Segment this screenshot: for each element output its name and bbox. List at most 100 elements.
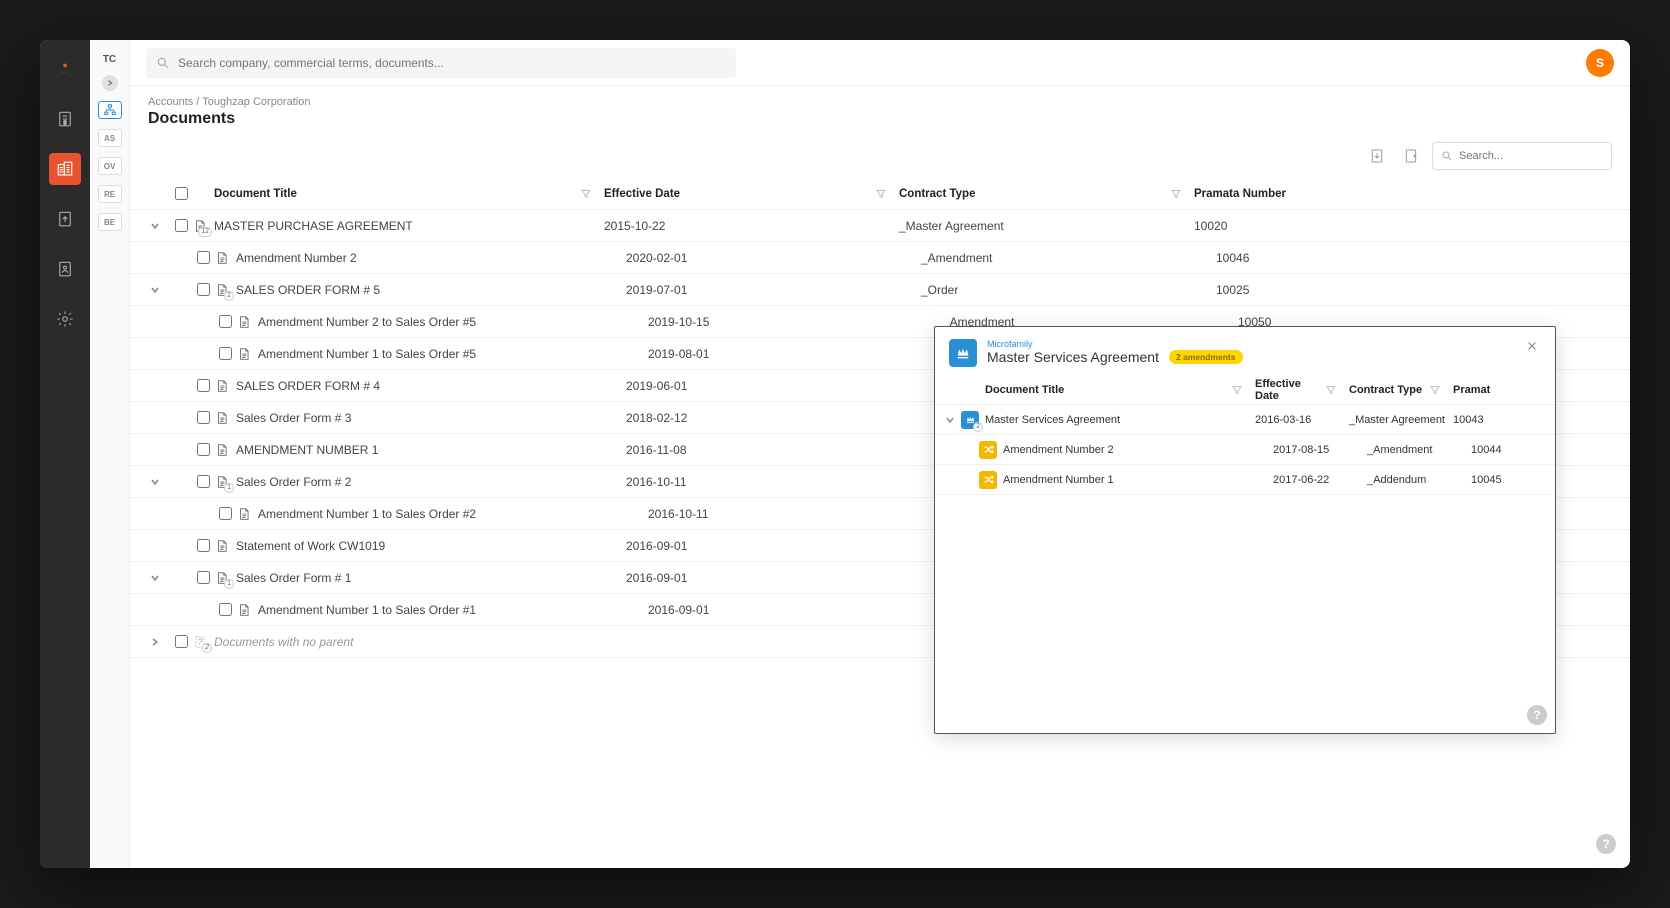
panel-row-type: _Addendum (1367, 474, 1471, 486)
row-checkbox[interactable] (175, 219, 188, 232)
rail-chip-as[interactable]: AS (98, 129, 122, 147)
row-type: _Order (921, 283, 1216, 297)
microfamily-panel: Microfamily Master Services Agreement2 a… (934, 326, 1556, 734)
row-checkbox[interactable] (197, 571, 210, 584)
row-title: Amendment Number 2 (236, 251, 357, 265)
row-pnum: 10020 (1194, 219, 1612, 233)
app-logo (54, 60, 76, 85)
row-checkbox[interactable] (197, 539, 210, 552)
panel-row-pnum: 10045 (1471, 474, 1547, 486)
document-icon: 12 (192, 218, 208, 234)
chevron-down-icon[interactable] (148, 283, 162, 297)
nav-item-accounts[interactable] (49, 153, 81, 185)
row-checkbox[interactable] (219, 315, 232, 328)
row-date: 2019-06-01 (626, 379, 921, 393)
search-icon (1441, 150, 1453, 162)
row-checkbox[interactable] (219, 603, 232, 616)
amendments-badge: 2 amendments (1169, 350, 1243, 364)
topbar: S (130, 40, 1630, 86)
nav-item-contracts[interactable]: $ (49, 103, 81, 135)
document-icon (214, 538, 230, 554)
table-row[interactable]: 2SALES ORDER FORM # 52019-07-01_Order100… (130, 274, 1630, 306)
document-icon (236, 346, 252, 362)
row-title: Sales Order Form # 1 (236, 571, 351, 585)
filter-icon[interactable] (580, 188, 592, 200)
rail-collapse-icon[interactable] (102, 75, 118, 91)
global-search[interactable] (146, 48, 736, 78)
user-avatar[interactable]: S (1586, 49, 1614, 77)
row-date: 2015-10-22 (604, 219, 899, 233)
panel-title: Master Services Agreement (987, 349, 1159, 365)
chevron-down-icon[interactable] (148, 475, 162, 489)
row-date: 2016-09-01 (626, 571, 921, 585)
filter-icon[interactable] (875, 188, 887, 200)
export-icon[interactable] (1364, 143, 1390, 169)
document-icon (214, 442, 230, 458)
local-search[interactable] (1432, 142, 1612, 170)
rail-chip-ov[interactable]: OV (98, 157, 122, 175)
panel-row-title: Amendment Number 1 (1003, 474, 1114, 486)
amendment-icon (979, 441, 997, 459)
panel-row-type: _Amendment (1367, 444, 1471, 456)
row-date: 2020-02-01 (626, 251, 921, 265)
rail-chip-hierarchy[interactable] (98, 101, 122, 119)
nav-item-upload[interactable] (49, 203, 81, 235)
page-title: Documents (148, 110, 1612, 128)
filter-icon[interactable] (1231, 384, 1243, 396)
global-search-input[interactable] (178, 56, 726, 70)
panel-table-header: Document Title Effective Date Contract T… (935, 375, 1555, 405)
chevron-down-icon[interactable] (148, 571, 162, 585)
rail-chip-re[interactable]: RE (98, 185, 122, 203)
document-icon (236, 314, 252, 330)
nav-item-reports[interactable] (49, 253, 81, 285)
row-checkbox[interactable] (219, 347, 232, 360)
breadcrumb[interactable]: Accounts / Toughzap Corporation (148, 96, 1612, 108)
nav-item-settings[interactable] (49, 303, 81, 335)
rail-chip-be[interactable]: BE (98, 213, 122, 231)
chevron-right-icon[interactable] (148, 635, 162, 649)
panel-row-title: Master Services Agreement (985, 414, 1120, 426)
import-icon[interactable] (1398, 143, 1424, 169)
filter-icon[interactable] (1325, 384, 1337, 396)
row-date: 2016-09-01 (648, 603, 943, 617)
no-parent-label: Documents with no parent (214, 635, 353, 649)
table-row[interactable]: 12MASTER PURCHASE AGREEMENT2015-10-22_Ma… (130, 210, 1630, 242)
panel-row[interactable]: 2Master Services Agreement2016-03-16_Mas… (935, 405, 1555, 435)
panel-row[interactable]: Amendment Number 1 2017-06-22_Addendum100… (935, 465, 1555, 495)
help-icon[interactable]: ? (1527, 705, 1547, 725)
col-pnum-label: Pramata Number (1194, 188, 1286, 200)
select-all-checkbox[interactable] (175, 187, 188, 200)
panel-row-title: Amendment Number 2 (1003, 444, 1114, 456)
document-icon (214, 250, 230, 266)
row-checkbox[interactable] (197, 475, 210, 488)
col-title-label: Document Title (214, 188, 297, 200)
svg-text:$: $ (64, 120, 67, 126)
row-title: Amendment Number 1 to Sales Order #2 (258, 507, 476, 521)
row-checkbox[interactable] (197, 283, 210, 296)
chevron-down-icon[interactable] (943, 413, 957, 427)
document-icon: 1 (214, 474, 230, 490)
local-search-input[interactable] (1459, 150, 1603, 162)
help-icon[interactable]: ? (1596, 834, 1616, 854)
row-title: AMENDMENT NUMBER 1 (236, 443, 378, 457)
row-title: Amendment Number 2 to Sales Order #5 (258, 315, 476, 329)
row-date: 2019-10-15 (648, 315, 943, 329)
row-date: 2018-02-12 (626, 411, 921, 425)
chevron-down-icon[interactable] (148, 219, 162, 233)
document-icon (236, 602, 252, 618)
row-checkbox[interactable] (175, 635, 188, 648)
filter-icon[interactable] (1429, 384, 1441, 396)
row-pnum: 10025 (1216, 283, 1612, 297)
row-checkbox[interactable] (197, 411, 210, 424)
row-checkbox[interactable] (197, 379, 210, 392)
filter-icon[interactable] (1170, 188, 1182, 200)
panel-row-date: 2017-06-22 (1273, 474, 1367, 486)
table-row[interactable]: Amendment Number 22020-02-01_Amendment10… (130, 242, 1630, 274)
close-icon[interactable] (1525, 339, 1541, 355)
document-icon (236, 506, 252, 522)
row-checkbox[interactable] (197, 251, 210, 264)
panel-row[interactable]: Amendment Number 22017-08-15_Amendment10… (935, 435, 1555, 465)
row-checkbox[interactable] (219, 507, 232, 520)
panel-row-date: 2016-03-16 (1255, 414, 1349, 426)
row-checkbox[interactable] (197, 443, 210, 456)
